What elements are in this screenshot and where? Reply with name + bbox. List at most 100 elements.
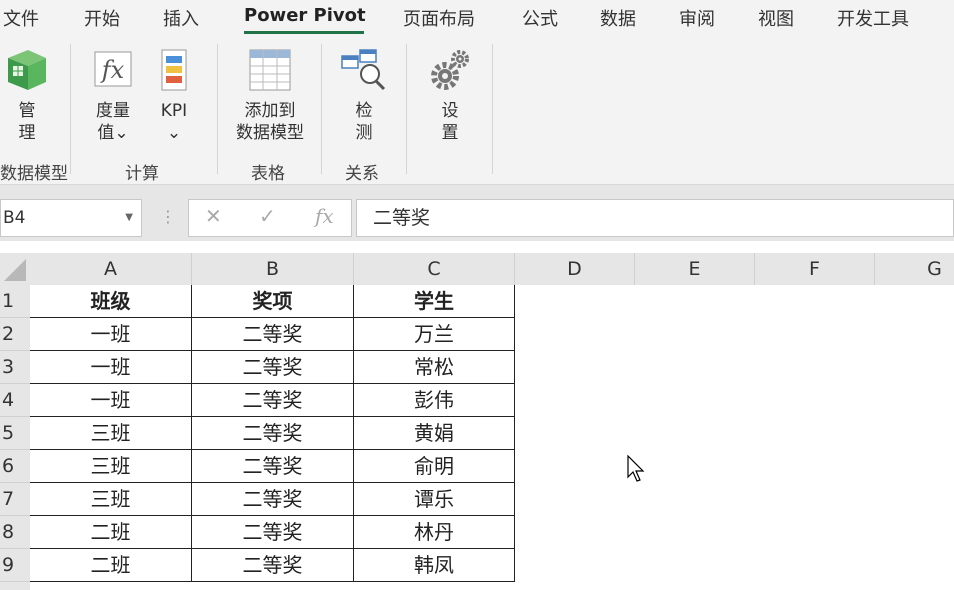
add-to-model-label-2: 数据模型 bbox=[236, 123, 304, 143]
row-header[interactable]: 2 bbox=[0, 318, 30, 351]
column-header-g[interactable]: G bbox=[875, 253, 954, 285]
cell-a9[interactable]: 二班 bbox=[30, 549, 192, 582]
column-header-c[interactable]: C bbox=[354, 253, 515, 285]
column-header-d[interactable]: D bbox=[515, 253, 635, 285]
tab-review[interactable]: 审阅 bbox=[679, 5, 715, 31]
tab-developer[interactable]: 开发工具 bbox=[837, 5, 909, 31]
group-separator bbox=[321, 44, 322, 174]
cell-b8[interactable]: 二等奖 bbox=[192, 516, 354, 549]
ribbon-tab-bar: 文件 开始 插入 Power Pivot 页面布局 公式 数据 审阅 视图 开发… bbox=[0, 0, 954, 38]
cell-b1[interactable]: 奖项 bbox=[192, 285, 354, 318]
cell-a1[interactable]: 班级 bbox=[30, 285, 192, 318]
cell-c9[interactable]: 韩凤 bbox=[354, 549, 515, 582]
cell-b6[interactable]: 二等奖 bbox=[192, 450, 354, 483]
cell-c4[interactable]: 彭伟 bbox=[354, 384, 515, 417]
row-header[interactable]: 6 bbox=[0, 450, 30, 483]
formula-bar: B4 ▼ ⋮ ✕ ✓ fx 二等奖 bbox=[0, 199, 954, 241]
cell-a8[interactable]: 二班 bbox=[30, 516, 192, 549]
chevron-down-icon[interactable]: ▼ bbox=[125, 200, 133, 236]
group-separator bbox=[70, 44, 71, 174]
cell-b9[interactable]: 二等奖 bbox=[192, 549, 354, 582]
cell-b3[interactable]: 二等奖 bbox=[192, 351, 354, 384]
column-header-b[interactable]: B bbox=[192, 253, 354, 285]
detect-button[interactable]: 检 测 bbox=[338, 46, 390, 144]
measures-button[interactable]: fx 度量 值⌄ bbox=[86, 46, 140, 144]
add-to-model-label-1: 添加到 bbox=[244, 101, 296, 121]
column-header-e[interactable]: E bbox=[635, 253, 755, 285]
cell-c6[interactable]: 俞明 bbox=[354, 450, 515, 483]
mouse-pointer-icon bbox=[627, 455, 645, 482]
cell-b2[interactable]: 二等奖 bbox=[192, 318, 354, 351]
select-all-button[interactable] bbox=[0, 253, 30, 285]
table-icon bbox=[249, 49, 291, 91]
cell-c3[interactable]: 常松 bbox=[354, 351, 515, 384]
measures-label-1: 度量 bbox=[96, 101, 130, 121]
group-label-data-model: 数据模型 bbox=[0, 164, 68, 184]
formula-buttons: ✕ ✓ fx bbox=[188, 199, 352, 237]
cell-b5[interactable]: 二等奖 bbox=[192, 417, 354, 450]
group-separator bbox=[217, 44, 218, 174]
tab-formulas[interactable]: 公式 bbox=[522, 5, 558, 31]
column-header-a[interactable]: A bbox=[30, 253, 192, 285]
cancel-icon[interactable]: ✕ bbox=[205, 204, 222, 228]
group-separator bbox=[406, 44, 407, 174]
cell-a5[interactable]: 三班 bbox=[30, 417, 192, 450]
cell-c8[interactable]: 林丹 bbox=[354, 516, 515, 549]
group-label-relationships: 关系 bbox=[345, 164, 379, 184]
tab-insert[interactable]: 插入 bbox=[163, 5, 199, 31]
tab-home[interactable]: 开始 bbox=[84, 5, 120, 31]
cell-a7[interactable]: 三班 bbox=[30, 483, 192, 516]
data-model-icon bbox=[8, 50, 46, 90]
row-header[interactable]: 7 bbox=[0, 483, 30, 516]
cell-b4[interactable]: 二等奖 bbox=[192, 384, 354, 417]
cell-c5[interactable]: 黄娟 bbox=[354, 417, 515, 450]
cell-c7[interactable]: 谭乐 bbox=[354, 483, 515, 516]
detect-label-1: 检 bbox=[355, 101, 373, 121]
cell-c1[interactable]: 学生 bbox=[354, 285, 515, 318]
manage-button[interactable]: 管 理 bbox=[0, 46, 54, 144]
kpi-icon bbox=[161, 49, 187, 91]
cell-a3[interactable]: 一班 bbox=[30, 351, 192, 384]
row-header[interactable]: 4 bbox=[0, 384, 30, 417]
row-header[interactable]: 9 bbox=[0, 549, 30, 582]
group-label-calculations: 计算 bbox=[125, 164, 159, 184]
detect-relationships-icon bbox=[341, 49, 386, 91]
cell-a6[interactable]: 三班 bbox=[30, 450, 192, 483]
tab-power-pivot[interactable]: Power Pivot bbox=[244, 5, 366, 26]
add-to-data-model-button[interactable]: 添加到 数据模型 bbox=[228, 46, 312, 144]
tab-data[interactable]: 数据 bbox=[600, 5, 636, 31]
column-header-f[interactable]: F bbox=[755, 253, 875, 285]
name-box-value: B4 bbox=[3, 208, 26, 228]
tab-page-layout[interactable]: 页面布局 bbox=[403, 5, 475, 31]
kpi-label-1: KPI bbox=[160, 101, 188, 121]
row-header[interactable]: 8 bbox=[0, 516, 30, 549]
detect-label-2: 测 bbox=[355, 123, 373, 143]
kpi-label-2: ⌄ bbox=[166, 123, 182, 143]
settings-label-2: 置 bbox=[441, 123, 459, 143]
insert-function-icon[interactable]: fx bbox=[315, 204, 334, 228]
row-header[interactable]: 5 bbox=[0, 417, 30, 450]
row-header[interactable]: 3 bbox=[0, 351, 30, 384]
tab-file[interactable]: 文件 bbox=[3, 5, 39, 31]
settings-button[interactable]: 设 置 bbox=[424, 46, 476, 144]
formula-input[interactable]: 二等奖 bbox=[356, 199, 954, 237]
cell-b7[interactable]: 二等奖 bbox=[192, 483, 354, 516]
formula-bar-resize-handle[interactable]: ⋮ bbox=[160, 207, 176, 226]
cell-c2[interactable]: 万兰 bbox=[354, 318, 515, 351]
fx-icon: fx bbox=[94, 51, 132, 87]
row-header-bar: 1 2 3 4 5 6 7 8 9 bbox=[0, 285, 30, 590]
gear-icon bbox=[431, 50, 469, 90]
column-header-bar: A B C D E F G bbox=[0, 253, 954, 285]
ribbon-gap bbox=[0, 185, 954, 199]
settings-label-1: 设 bbox=[441, 101, 459, 121]
cell-a2[interactable]: 一班 bbox=[30, 318, 192, 351]
cell-a4[interactable]: 一班 bbox=[30, 384, 192, 417]
enter-icon[interactable]: ✓ bbox=[259, 204, 276, 228]
row-header[interactable]: 1 bbox=[0, 285, 30, 318]
kpi-button[interactable]: KPI ⌄ bbox=[150, 46, 198, 144]
name-box[interactable]: B4 ▼ bbox=[0, 199, 142, 237]
manage-label-1: 管 bbox=[18, 101, 36, 121]
ribbon: 管 理 数据模型 fx 度量 值⌄ KPI ⌄ 计算 添加到 数据模型 表格 检… bbox=[0, 38, 954, 185]
worksheet-grid: 班级 奖项 学生 一班 二等奖 万兰 一班 二等奖 常松 一班 二等奖 彭伟 三… bbox=[30, 285, 954, 590]
tab-view[interactable]: 视图 bbox=[758, 5, 794, 31]
